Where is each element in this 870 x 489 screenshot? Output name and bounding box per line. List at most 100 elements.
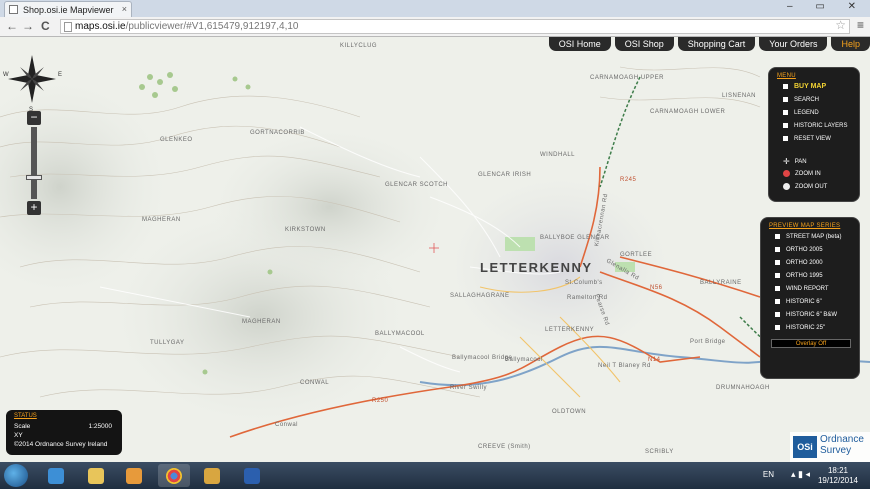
series-label: HISTORIC 6" xyxy=(786,299,822,306)
place-label: GORTNACORRIB xyxy=(250,130,305,136)
series-ortho-2000[interactable]: ORTHO 2000 xyxy=(775,260,823,266)
overlay-toggle[interactable]: Overlay Off xyxy=(771,339,851,348)
menu-reset-view[interactable]: RESET VIEW xyxy=(783,136,831,142)
compass-icon xyxy=(8,55,56,103)
osi-name-line2: Survey xyxy=(820,445,852,456)
menu-legend[interactable]: LEGEND xyxy=(783,110,819,116)
checkbox-icon xyxy=(775,247,780,252)
zoom-out-button[interactable]: − xyxy=(27,111,41,125)
zoom-slider-thumb[interactable] xyxy=(26,175,42,181)
page-icon xyxy=(64,22,72,32)
place-label: Port Bridge xyxy=(690,339,726,345)
taskbar-word[interactable] xyxy=(236,464,268,487)
series-ortho-1995[interactable]: ORTHO 1995 xyxy=(775,273,823,279)
menu-search[interactable]: SEARCH xyxy=(783,97,819,103)
browser-tab-bar: Shop.osi.ie Mapviewer × – ▭ ✕ xyxy=(0,0,870,17)
checkbox-icon xyxy=(775,286,780,291)
taskbar-chrome[interactable] xyxy=(158,464,190,487)
menu-historic-layers[interactable]: HISTORIC LAYERS xyxy=(783,123,847,129)
folder-icon xyxy=(88,467,104,484)
osi-name-line1: Ordnance xyxy=(820,434,864,445)
osi-badge-icon: OSi xyxy=(793,436,817,458)
window-controls[interactable]: – ▭ ✕ xyxy=(787,1,866,12)
preview-map-series-panel: PREVIEW MAP SERIES STREET MAP (beta) ORT… xyxy=(760,217,860,379)
app-icon xyxy=(204,467,220,484)
taskbar-app[interactable] xyxy=(196,464,228,487)
place-label: CARNAMOAGH UPPER xyxy=(590,75,665,81)
series-wind-report[interactable]: WIND REPORT xyxy=(775,286,829,292)
series-label: ORTHO 2005 xyxy=(786,247,823,254)
zoom-in-icon xyxy=(783,170,790,177)
buy-map-button[interactable]: BUY MAP xyxy=(783,83,826,90)
control-zoom-out[interactable]: ZOOM OUT xyxy=(783,183,827,190)
nav-shopping-cart[interactable]: Shopping Cart xyxy=(677,37,756,51)
road-label: N14 xyxy=(648,357,661,363)
nav-osi-shop[interactable]: OSI Shop xyxy=(614,37,674,51)
browser-tab[interactable]: Shop.osi.ie Mapviewer × xyxy=(4,1,132,17)
internet-explorer-icon xyxy=(48,467,64,484)
compass-e: E xyxy=(57,72,62,78)
preview-title: PREVIEW MAP SERIES xyxy=(769,223,841,229)
zoom-slider-track[interactable] xyxy=(31,127,37,199)
compass-rose[interactable]: W E S xyxy=(3,53,62,113)
forward-button[interactable]: → xyxy=(22,19,34,33)
place-label: OLDTOWN xyxy=(552,409,587,415)
clock-time: 18:21 xyxy=(827,466,848,475)
menu-title: MENU xyxy=(777,73,796,79)
place-label: LISNENAN xyxy=(722,93,757,99)
place-label: SALLAGHAGRANE xyxy=(450,293,510,299)
zoom-control: − + xyxy=(26,111,42,215)
taskbar-media[interactable] xyxy=(118,464,150,487)
series-historic-6[interactable]: HISTORIC 6" xyxy=(775,299,822,305)
zoom-in-button[interactable]: + xyxy=(27,201,41,215)
url-field[interactable]: maps.osi.ie/publicviewer/#V1,615479,9121… xyxy=(60,19,850,34)
control-zoom-in[interactable]: ZOOM IN xyxy=(783,170,821,177)
series-label: HISTORIC 6" B&W xyxy=(786,312,838,319)
start-button[interactable] xyxy=(4,464,28,487)
osi-logo[interactable]: OSi Ordnance Survey xyxy=(790,432,870,462)
url-host: maps.osi.ie xyxy=(75,21,126,32)
address-bar: ← → C maps.osi.ie/publicviewer/#V1,61547… xyxy=(0,17,870,37)
nav-your-orders[interactable]: Your Orders xyxy=(759,37,828,51)
status-panel: STATUS Scale 1:25000 XY ©2014 Ordnance S… xyxy=(6,410,122,455)
browser-menu-icon[interactable]: ≡ xyxy=(857,18,864,32)
close-tab-icon[interactable]: × xyxy=(122,4,127,14)
system-tray-icons[interactable]: ▴ ▮ ◂ xyxy=(791,469,810,480)
map-canvas[interactable]: KILLYCLUG CARNAMOAGH UPPER LISNENAN GLEN… xyxy=(0,37,870,462)
control-pan[interactable]: ✛ PAN xyxy=(783,157,807,166)
media-player-icon xyxy=(126,467,142,484)
checkbox-icon xyxy=(775,234,780,239)
checkbox-icon xyxy=(783,136,788,141)
checkbox-icon xyxy=(775,299,780,304)
series-street-map[interactable]: STREET MAP (beta) xyxy=(775,234,841,240)
place-label: BALLYMACOOL xyxy=(375,331,425,337)
language-indicator[interactable]: EN xyxy=(763,470,774,479)
xy-label: XY xyxy=(14,432,23,439)
pan-icon: ✛ xyxy=(783,157,790,166)
town-label-letterkenny: LETTERKENNY xyxy=(480,260,593,275)
tab-title: Shop.osi.ie Mapviewer xyxy=(23,5,114,15)
checkbox-icon xyxy=(783,123,788,128)
checkbox-icon xyxy=(775,312,780,317)
series-historic-6-bw[interactable]: HISTORIC 6" B&W xyxy=(775,312,837,318)
place-label: WINDHALL xyxy=(540,152,576,158)
nav-osi-home[interactable]: OSI Home xyxy=(548,37,611,51)
place-label: TULLYGAY xyxy=(150,340,185,346)
series-ortho-2005[interactable]: ORTHO 2005 xyxy=(775,247,823,253)
taskbar-explorer[interactable] xyxy=(80,464,112,487)
series-historic-25[interactable]: HISTORIC 25" xyxy=(775,325,825,331)
control-zoom-in-label: ZOOM IN xyxy=(795,171,821,178)
reload-button[interactable]: C xyxy=(41,19,50,33)
taskbar-ie[interactable] xyxy=(40,464,72,487)
taskbar-clock[interactable]: 18:21 19/12/2014 xyxy=(818,466,858,486)
menu-legend-label: LEGEND xyxy=(794,110,819,117)
bookmark-star-icon[interactable]: ☆ xyxy=(835,18,846,32)
clock-date: 19/12/2014 xyxy=(817,476,858,485)
series-label: ORTHO 2000 xyxy=(786,260,823,267)
back-button[interactable]: ← xyxy=(6,19,18,33)
status-title: STATUS xyxy=(14,413,37,419)
nav-help[interactable]: Help xyxy=(831,37,870,51)
checkbox-icon xyxy=(775,260,780,265)
series-label: ORTHO 1995 xyxy=(786,273,823,280)
windows-taskbar: EN ▴ ▮ ◂ 18:21 19/12/2014 xyxy=(0,462,870,489)
